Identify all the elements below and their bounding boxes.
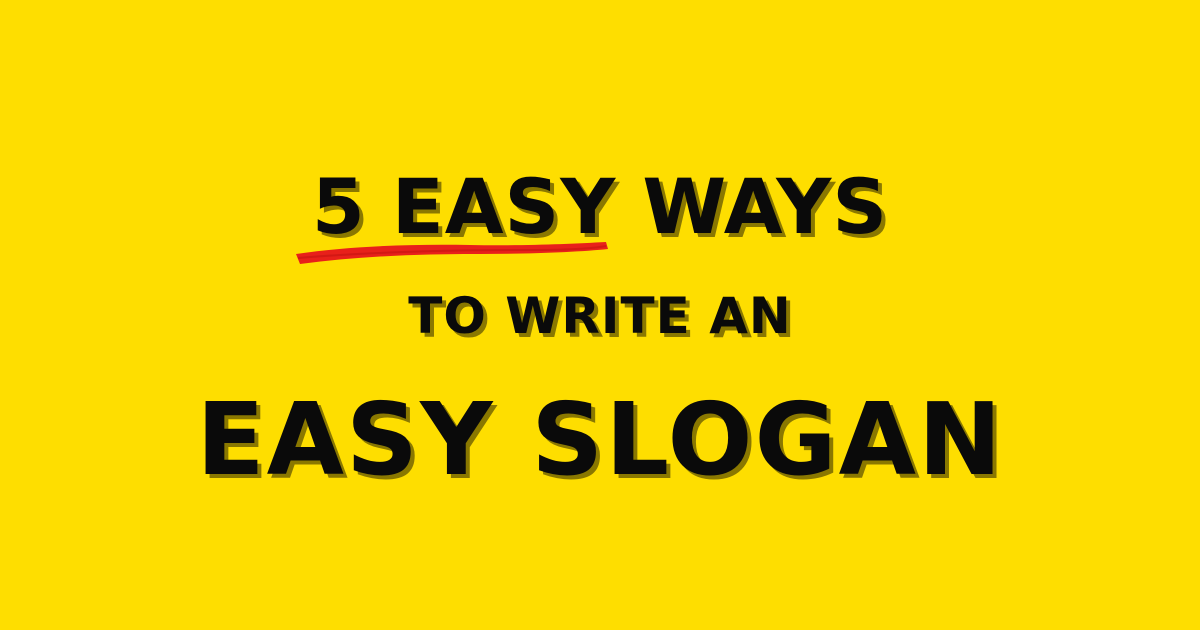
- headline-ways-word: WAYS: [642, 162, 889, 251]
- headline-line-2: TO WRITE AN: [408, 287, 792, 345]
- headline-line-3: EASY SLOGAN: [196, 381, 1004, 498]
- headline-number: 5: [311, 162, 366, 251]
- headline: 5 EASY WAYS TO WRITE AN EASY SLOGAN: [0, 0, 1200, 630]
- headline-emphasis-word: EASY: [391, 162, 617, 251]
- headline-line-1: 5 EASY WAYS: [0, 162, 1200, 252]
